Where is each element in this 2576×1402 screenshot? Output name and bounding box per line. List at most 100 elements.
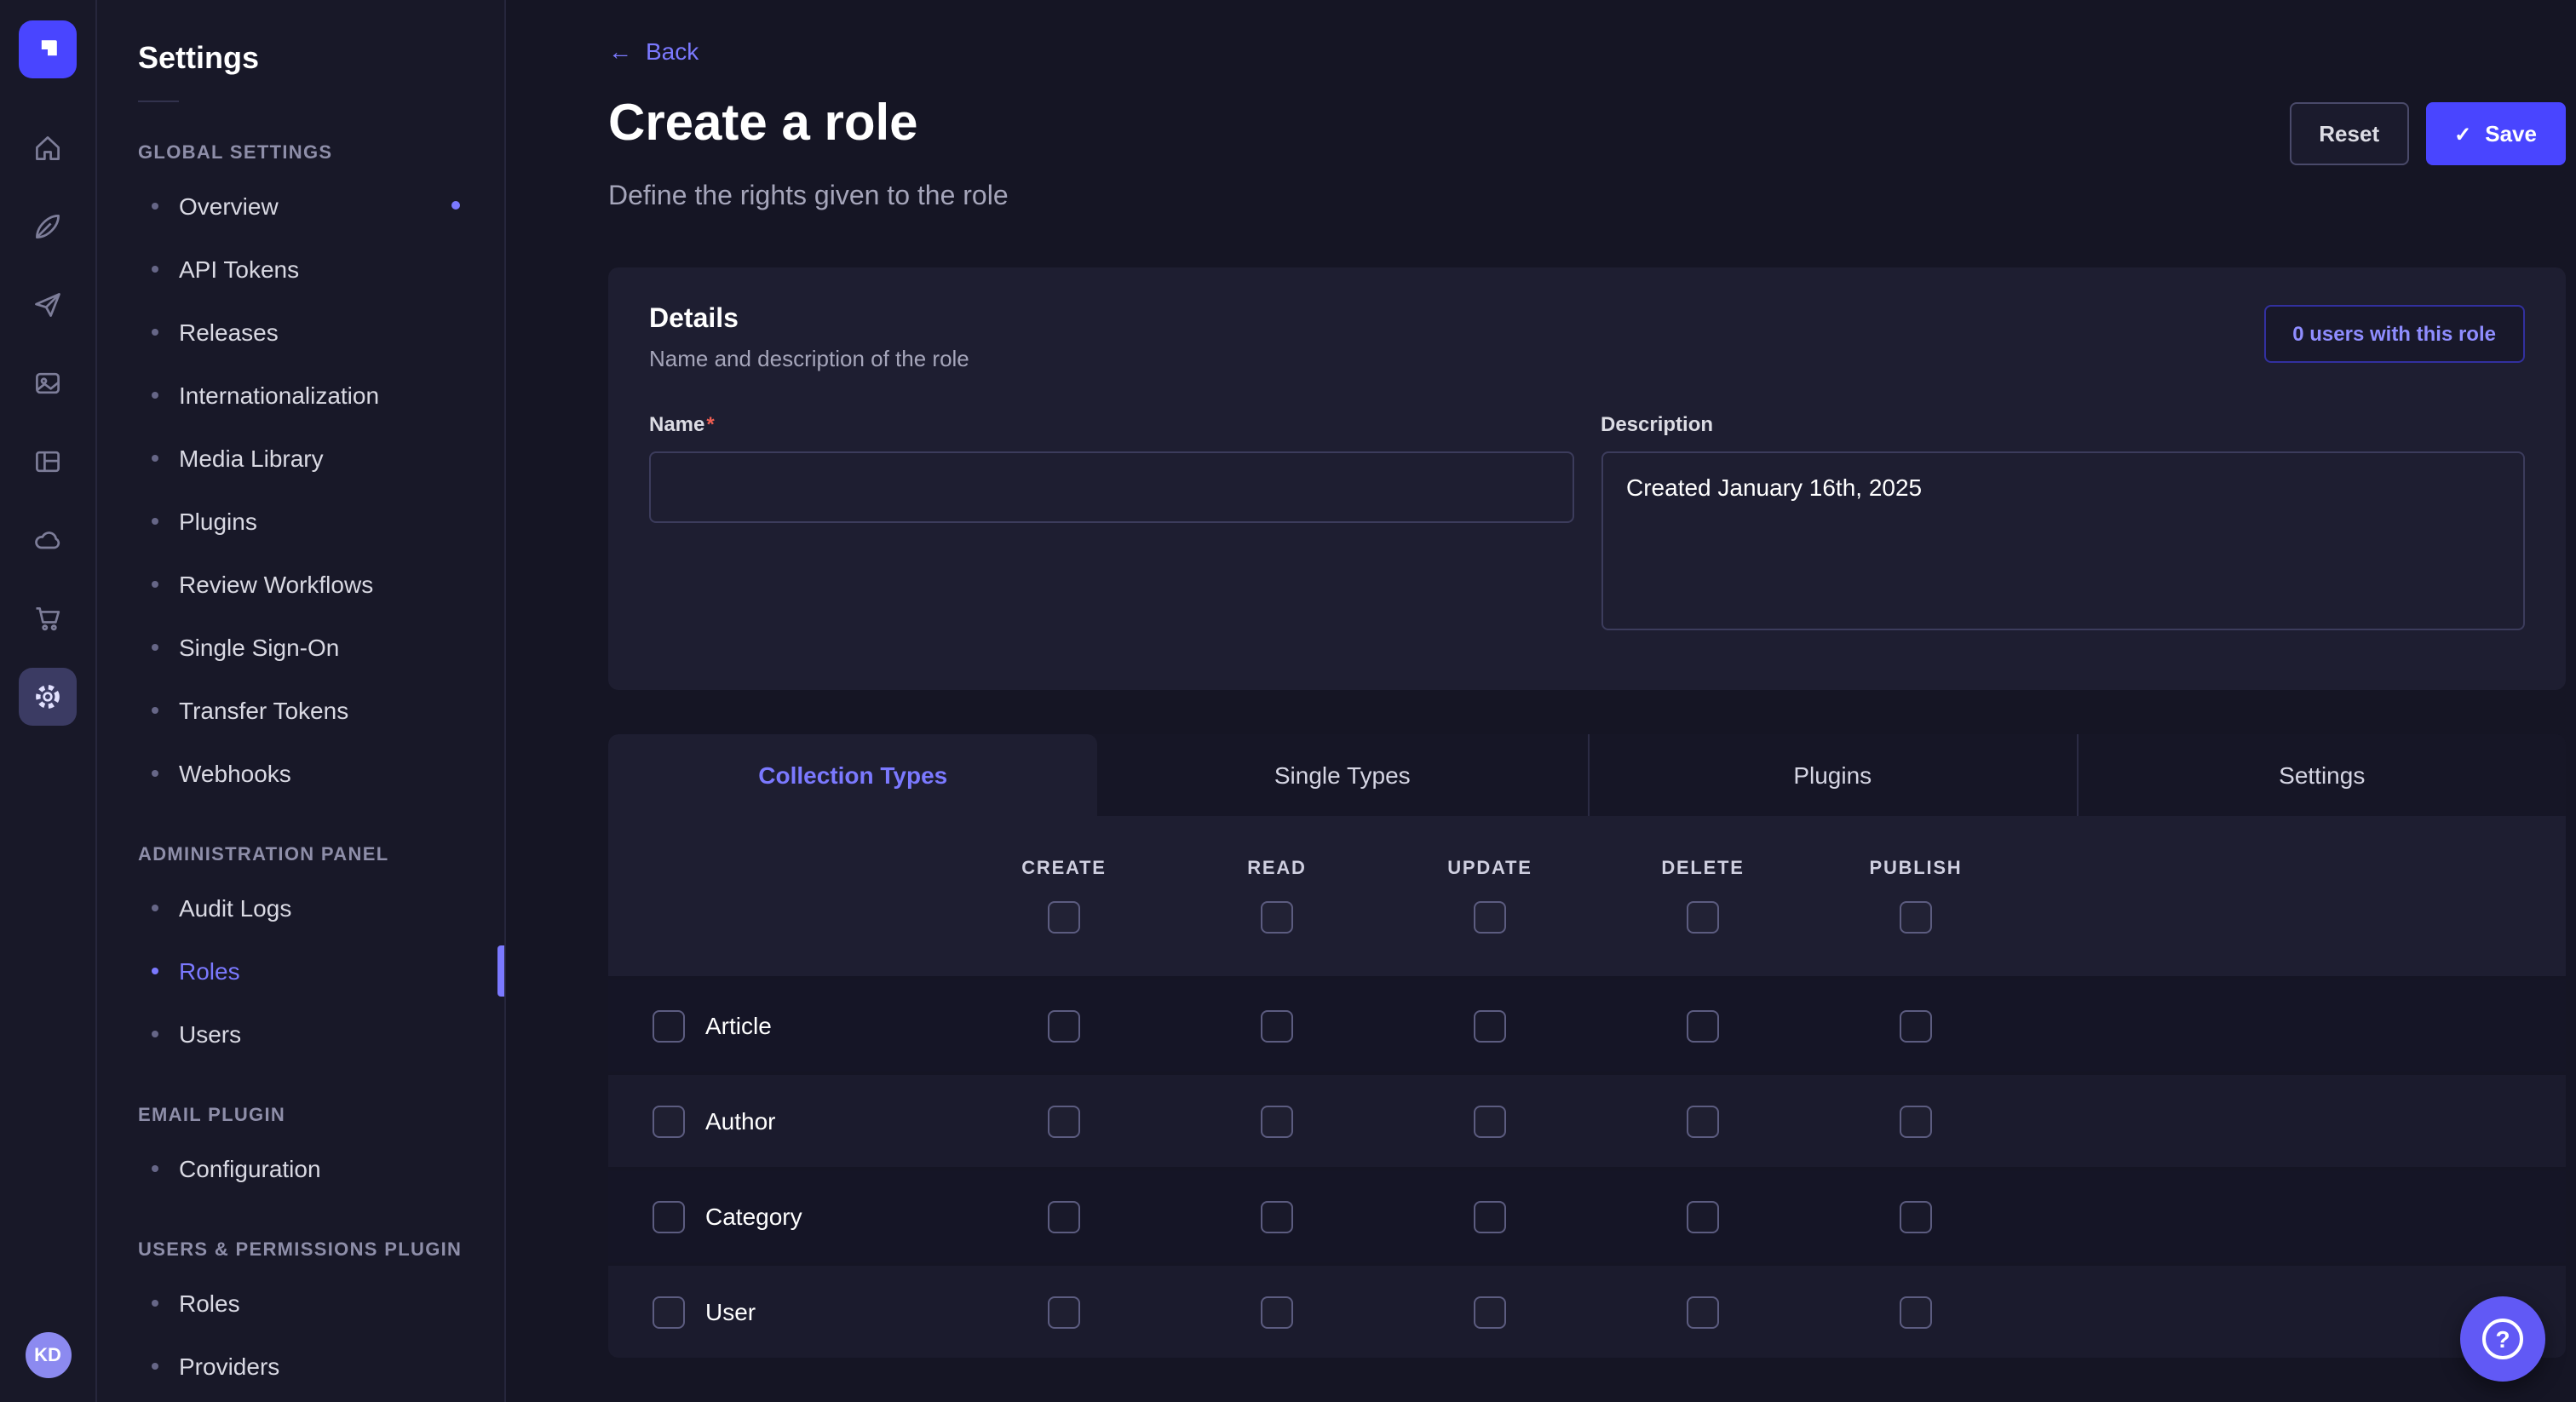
description-textarea[interactable]: Created January 16th, 2025	[1601, 451, 2525, 630]
update-checkbox[interactable]	[1474, 1296, 1506, 1328]
create-checkbox[interactable]	[1048, 1009, 1080, 1042]
publish-checkbox[interactable]	[1900, 1105, 1932, 1137]
strapi-logo[interactable]	[19, 20, 77, 78]
settings-icon[interactable]	[19, 668, 77, 726]
sidebar-item-transfer-tokens[interactable]: Transfer Tokens	[138, 678, 463, 741]
section-email-plugin: EMAIL PLUGIN	[138, 1106, 463, 1126]
sidebar-item-single-sign-on[interactable]: Single Sign-On	[138, 615, 463, 678]
update-cell	[1383, 1200, 1596, 1232]
sidebar-item-label: Roles	[179, 957, 240, 984]
marketplace-icon[interactable]	[19, 589, 77, 647]
sidebar-item-internationalization[interactable]: Internationalization	[138, 363, 463, 426]
media-library-icon[interactable]	[19, 354, 77, 412]
home-icon[interactable]	[19, 119, 77, 177]
publish-checkbox[interactable]	[1900, 1296, 1932, 1328]
update-checkbox[interactable]	[1474, 1009, 1506, 1042]
row-select-checkbox[interactable]	[653, 1009, 685, 1042]
table-row-category: Category	[608, 1170, 2566, 1262]
back-link[interactable]: ← Back	[608, 37, 699, 65]
update-checkbox[interactable]	[1474, 1200, 1506, 1232]
section-administration-panel: ADMINISTRATION PANEL	[138, 845, 463, 865]
sidebar-item-label: Plugins	[179, 507, 257, 534]
sidebar-item-overview[interactable]: Overview	[138, 174, 463, 237]
delete-cell	[1596, 1296, 1809, 1328]
tab-collection-types[interactable]: Collection Types	[608, 734, 1098, 816]
delete-checkbox[interactable]	[1687, 1105, 1719, 1137]
details-form: Name* Description Created January 16th, …	[649, 409, 2525, 639]
tab-settings[interactable]: Settings	[2077, 734, 2567, 816]
row-select-checkbox[interactable]	[653, 1200, 685, 1232]
bullet-icon	[152, 904, 158, 911]
select-all-update-checkbox[interactable]	[1474, 901, 1506, 934]
tab-plugins[interactable]: Plugins	[1587, 734, 2077, 816]
row-label: User	[705, 1298, 756, 1325]
sidebar-item-up-roles[interactable]: Roles	[138, 1271, 463, 1334]
row-select-checkbox[interactable]	[653, 1296, 685, 1328]
sidebar-item-media-library[interactable]: Media Library	[138, 426, 463, 489]
read-cell	[1170, 1009, 1383, 1042]
publish-checkbox[interactable]	[1900, 1200, 1932, 1232]
sidebar-item-users[interactable]: Users	[138, 1002, 463, 1065]
users-with-role-button[interactable]: 0 users with this role	[2263, 305, 2525, 363]
create-checkbox[interactable]	[1048, 1200, 1080, 1232]
permissions-table-header: CREATE READ UPDATE DELETE PUBLISH	[608, 816, 2566, 976]
row-label: Category	[705, 1203, 802, 1230]
back-label: Back	[646, 37, 699, 65]
create-checkbox[interactable]	[1048, 1105, 1080, 1137]
save-button[interactable]: ✓ Save	[2425, 102, 2566, 165]
publish-cell	[1809, 1105, 2022, 1137]
bullet-icon	[152, 265, 158, 272]
publish-cell	[1809, 1296, 2022, 1328]
read-checkbox[interactable]	[1261, 1105, 1293, 1137]
page-subtitle: Define the rights given to the role	[608, 182, 2566, 213]
help-button[interactable]: ?	[2460, 1296, 2545, 1382]
delete-checkbox[interactable]	[1687, 1200, 1719, 1232]
releases-icon[interactable]	[19, 276, 77, 334]
delete-checkbox[interactable]	[1687, 1009, 1719, 1042]
sidebar-item-label: Roles	[179, 1289, 240, 1316]
select-all-create-checkbox[interactable]	[1048, 901, 1080, 934]
sidebar-item-providers[interactable]: Providers	[138, 1334, 463, 1397]
sidebar-item-webhooks[interactable]: Webhooks	[138, 741, 463, 804]
publish-checkbox[interactable]	[1900, 1009, 1932, 1042]
read-cell	[1170, 1200, 1383, 1232]
sidebar-item-audit-logs[interactable]: Audit Logs	[138, 876, 463, 939]
sidebar-item-plugins[interactable]: Plugins	[138, 489, 463, 552]
read-checkbox[interactable]	[1261, 1200, 1293, 1232]
name-input[interactable]	[649, 451, 1573, 523]
users-with-role-label: 0 users with this role	[2292, 322, 2496, 346]
delete-checkbox[interactable]	[1687, 1296, 1719, 1328]
content-type-builder-icon[interactable]	[19, 433, 77, 491]
user-avatar[interactable]: KD	[25, 1332, 71, 1378]
row-name-cell: Author	[608, 1105, 957, 1137]
bullet-icon	[152, 769, 158, 776]
select-all-delete-checkbox[interactable]	[1687, 901, 1719, 934]
sidebar-title: Settings	[138, 41, 463, 77]
read-checkbox[interactable]	[1261, 1009, 1293, 1042]
select-all-read-checkbox[interactable]	[1261, 901, 1293, 934]
sidebar-item-api-tokens[interactable]: API Tokens	[138, 237, 463, 300]
bullet-icon	[152, 202, 158, 209]
sidebar-item-releases[interactable]: Releases	[138, 300, 463, 363]
sidebar-divider	[138, 101, 179, 102]
header-actions: Reset ✓ Save	[2290, 102, 2566, 165]
section-global-settings: GLOBAL SETTINGS	[138, 143, 463, 164]
sidebar-item-roles[interactable]: Roles	[138, 939, 463, 1002]
column-label: CREATE	[1021, 859, 1106, 879]
update-cell	[1383, 1105, 1596, 1137]
select-all-publish-checkbox[interactable]	[1900, 901, 1932, 934]
tab-single-types[interactable]: Single Types	[1098, 734, 1588, 816]
content-manager-icon[interactable]	[19, 198, 77, 256]
delete-cell	[1596, 1009, 1809, 1042]
row-name-cell: Category	[608, 1200, 957, 1232]
sidebar-item-configuration[interactable]: Configuration	[138, 1136, 463, 1199]
create-cell	[957, 1200, 1170, 1232]
read-checkbox[interactable]	[1261, 1296, 1293, 1328]
deploy-icon[interactable]	[19, 511, 77, 569]
sidebar-item-review-workflows[interactable]: Review Workflows	[138, 552, 463, 615]
update-checkbox[interactable]	[1474, 1105, 1506, 1137]
reset-button[interactable]: Reset	[2290, 102, 2408, 165]
bullet-icon	[152, 517, 158, 524]
row-select-checkbox[interactable]	[653, 1105, 685, 1137]
create-checkbox[interactable]	[1048, 1296, 1080, 1328]
